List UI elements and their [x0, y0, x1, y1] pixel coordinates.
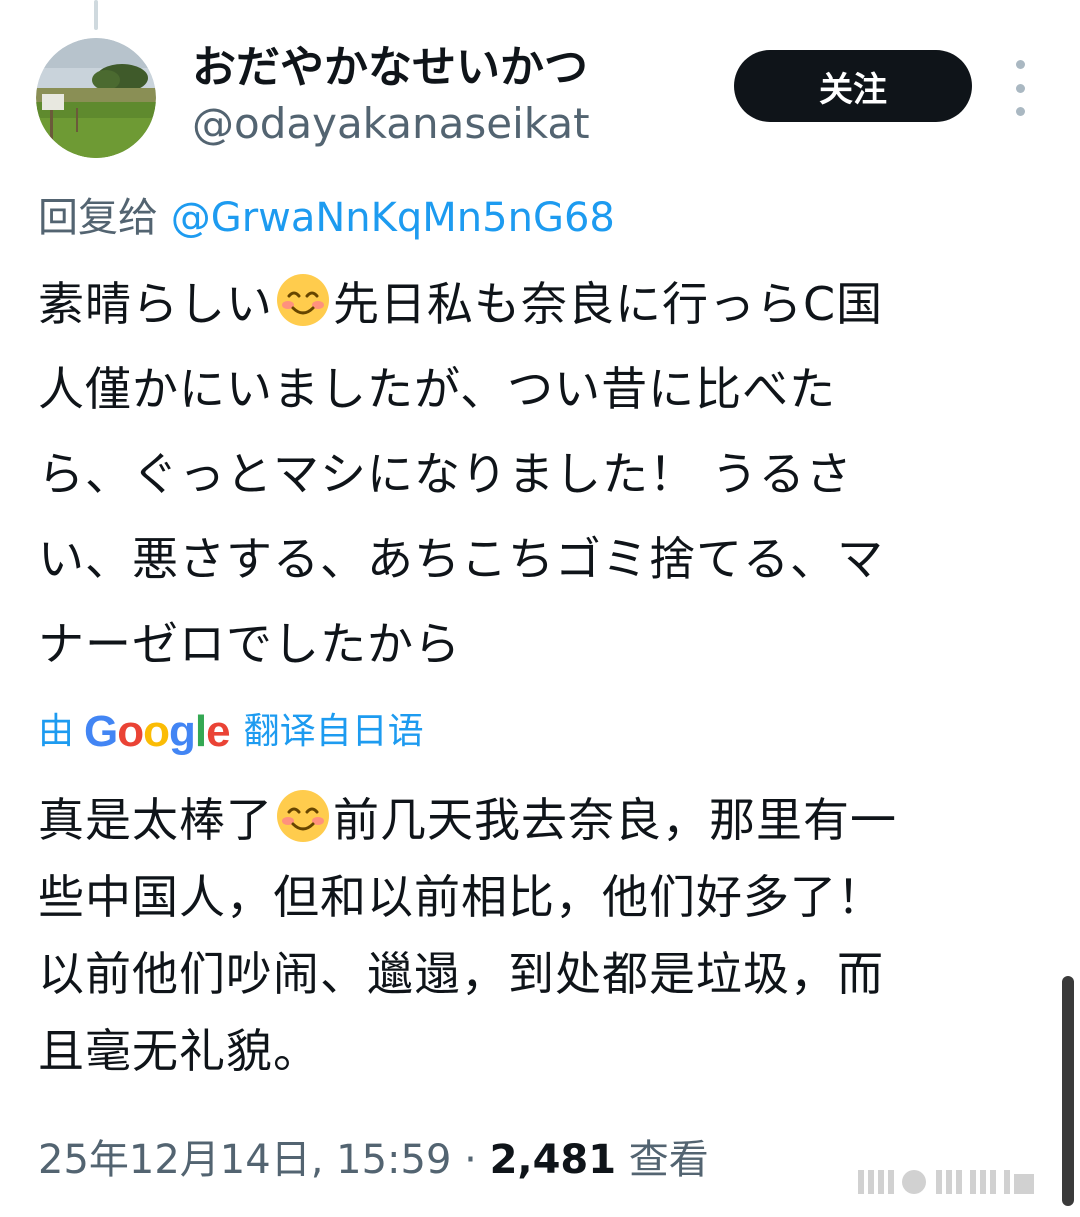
- translated-from-link[interactable]: 翻译自日语: [244, 704, 424, 760]
- tweet-original-text-start: 素晴らしい: [38, 277, 273, 331]
- watermark-logo: [858, 1170, 1034, 1194]
- translation-prefix: 由: [38, 711, 75, 752]
- avatar[interactable]: [36, 38, 156, 158]
- tweet-original-text: 素晴らしい 先日私も奈良に行っらC国 人僅かにいましたが、つい昔に比べた ら、ぐっ…: [38, 262, 1038, 687]
- thread-connector-line: [94, 0, 98, 30]
- tweet-translated-text: 真是太棒了 前几天我去奈良，那里有一 些中国人，但和以前相比，他们好多了！ 以前他…: [38, 782, 1038, 1090]
- meta-separator: ·: [451, 1137, 490, 1183]
- translation-attribution: 由 Google 翻译自日语: [38, 704, 424, 760]
- scrollbar-thumb[interactable]: [1062, 976, 1074, 1206]
- reply-mention-link[interactable]: @GrwaNnKqMn5nG68: [171, 195, 615, 241]
- tweet-timestamp[interactable]: 25年12月14日, 15:59: [38, 1137, 451, 1183]
- author-handle[interactable]: @odayakanaseikat: [192, 96, 590, 152]
- follow-button[interactable]: 关注: [734, 50, 972, 122]
- reply-to-line: 回复给 @GrwaNnKqMn5nG68: [38, 190, 615, 246]
- smiling-face-emoji-icon: [277, 274, 329, 326]
- more-vertical-icon-dot: [1015, 107, 1025, 116]
- more-options-button[interactable]: [1000, 60, 1040, 116]
- views-count: 2,481: [489, 1137, 617, 1183]
- tweet-translated-text-start: 真是太棒了: [38, 793, 273, 847]
- tweet-meta: 25年12月14日, 15:59 · 2,481 查看: [38, 1130, 709, 1190]
- reply-prefix: 回复给: [38, 195, 171, 241]
- author-display-name[interactable]: おだやかなせいかつ: [192, 38, 588, 98]
- more-vertical-icon: [1015, 60, 1025, 69]
- more-vertical-icon-dot: [1015, 83, 1025, 93]
- avatar-image: [36, 38, 156, 158]
- smiling-face-emoji-icon: [277, 790, 329, 842]
- views-label: 查看: [616, 1137, 709, 1183]
- tweet-original-text-rest: 先日私も奈良に行っらC国 人僅かにいましたが、つい昔に比べた ら、ぐっとマシにな…: [38, 277, 884, 671]
- google-logo: Google: [84, 707, 231, 756]
